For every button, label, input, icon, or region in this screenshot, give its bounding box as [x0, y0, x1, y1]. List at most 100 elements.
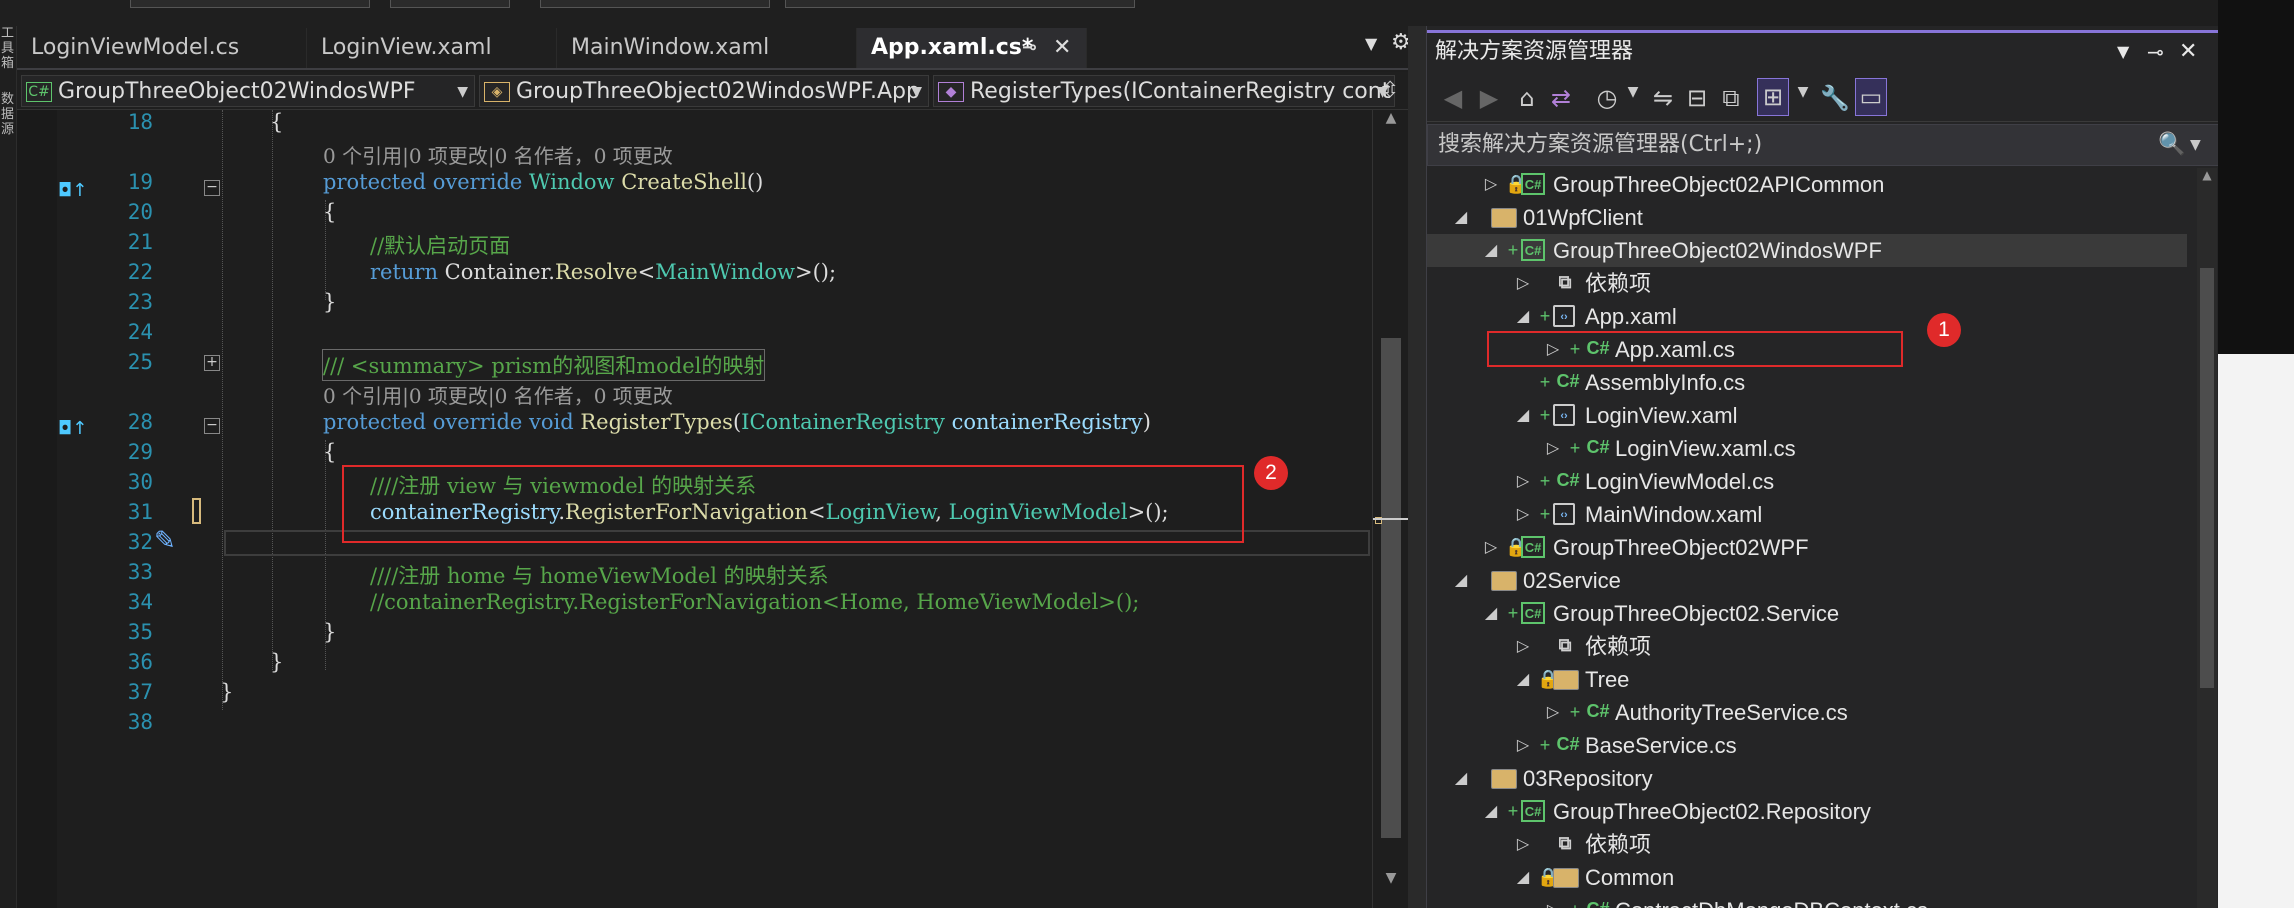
override-marker-icon[interactable]: ◘↑ [58, 180, 87, 201]
split-editor-icon[interactable]: ⇳ [1381, 78, 1399, 103]
collapse-all-icon[interactable]: ⊟ [1681, 84, 1713, 112]
scroll-up-icon[interactable]: ▲ [2200, 168, 2214, 182]
tree-node[interactable]: ▷ + C# LoginView.xaml.cs [1427, 432, 2187, 465]
toolbox-tab[interactable]: 工具箱 [1, 26, 15, 71]
code-lens-hint[interactable]: 0 个引用|0 项更改|0 名作者，0 项更改 [323, 140, 673, 169]
tree-node[interactable]: ◢ + ‹› App.xaml [1427, 300, 2187, 333]
close-icon[interactable]: ✕ [1053, 28, 1071, 68]
fold-toggle[interactable]: + [204, 355, 220, 371]
code-line[interactable]: protected override Window CreateShell() [323, 170, 763, 194]
collapsed-arrow-icon[interactable]: ▷ [1543, 432, 1563, 465]
collapsed-arrow-icon[interactable]: ▷ [1543, 696, 1563, 729]
code-line[interactable]: ////注册 home 与 homeViewModel 的映射关系 [370, 560, 829, 590]
expanded-arrow-icon[interactable]: ◢ [1481, 597, 1501, 630]
expanded-arrow-icon[interactable]: ◢ [1451, 762, 1471, 795]
tab-loginviewmodel[interactable]: LoginViewModel.cs [17, 28, 307, 68]
home-icon[interactable]: ⌂ [1511, 84, 1543, 112]
code-line[interactable]: //默认启动页面 [370, 230, 510, 260]
code-line[interactable]: //containerRegistry.RegisterForNavigatio… [370, 590, 1139, 614]
collapsed-arrow-icon[interactable]: ▷ [1481, 168, 1501, 201]
collapsed-arrow-icon[interactable]: ▷ [1513, 267, 1533, 300]
tree-node[interactable]: ▷ + C# BaseService.cs [1427, 729, 2187, 762]
collapsed-arrow-icon[interactable]: ▷ [1513, 729, 1533, 762]
pane-splitter[interactable] [1408, 26, 1426, 908]
expanded-arrow-icon[interactable]: ◢ [1451, 564, 1471, 597]
tree-scrollbar[interactable]: ▲ [2197, 168, 2217, 908]
tab-loginview[interactable]: LoginView.xaml [307, 28, 557, 68]
scroll-down-icon[interactable]: ▼ [1381, 870, 1401, 890]
toolbar-stub[interactable] [390, 0, 510, 8]
pin-icon[interactable]: ⊸ [1022, 28, 1037, 68]
fold-toggle[interactable]: − [204, 418, 220, 434]
tree-node[interactable]: ◢ 02Service [1427, 564, 2187, 597]
chevron-down-icon[interactable]: ▼ [1365, 34, 1377, 53]
code-lens-hint[interactable]: 0 个引用|0 项更改|0 名作者，0 项更改 [323, 380, 673, 409]
toolbar-stub[interactable] [130, 0, 370, 8]
override-marker-icon[interactable]: ◘↑ [58, 418, 87, 439]
toolbar-stub[interactable] [540, 0, 770, 8]
preview-icon[interactable]: ▭ [1855, 78, 1887, 116]
tree-node[interactable]: ◢ 03Repository [1427, 762, 2187, 795]
chevron-down-icon[interactable]: ▼ [1787, 84, 1819, 100]
tree-node[interactable]: ▷ 🔒 C# GroupThreeObject02APICommon [1427, 168, 2187, 201]
quick-action-icon[interactable]: ✎ [154, 526, 176, 556]
chevron-down-icon[interactable]: ▼ [2117, 33, 2129, 71]
expanded-arrow-icon[interactable]: ◢ [1513, 663, 1533, 696]
tab-app-xaml-cs[interactable]: App.xaml.cs* ⊸ ✕ [857, 28, 1087, 68]
tree-node[interactable]: ◢ + C# GroupThreeObject02.Repository [1427, 795, 2187, 828]
tree-node[interactable]: + C# AssemblyInfo.cs [1427, 366, 2187, 399]
tree-node[interactable]: ◢ 01WpfClient [1427, 201, 2187, 234]
tree-node[interactable]: ▷ ⧉ 依赖项 [1427, 828, 2187, 861]
tree-view-icon[interactable]: ⊞ [1757, 78, 1789, 116]
expanded-arrow-icon[interactable]: ◢ [1451, 201, 1471, 234]
code-line[interactable]: protected override void RegisterTypes(IC… [323, 410, 1151, 434]
tree-node[interactable]: ▷ + ‹› MainWindow.xaml [1427, 498, 2187, 531]
tree-node[interactable]: ▷ ⧉ 依赖项 [1427, 267, 2187, 300]
datasource-tab[interactable]: 数据源 [1, 92, 15, 137]
switch-views-icon[interactable]: ⇄ [1545, 84, 1577, 112]
code-line[interactable]: return Container.Resolve<MainWindow>(); [370, 260, 836, 284]
chevron-down-icon[interactable]: ▼ [2190, 125, 2201, 165]
collapsed-arrow-icon[interactable]: ▷ [1513, 828, 1533, 861]
tree-node[interactable]: ▷ + C# AuthorityTreeService.cs [1427, 696, 2187, 729]
member-dropdown[interactable]: ◆ RegisterTypes(IContainerRegistry cont ▼ [933, 75, 1395, 107]
tree-node[interactable]: ◢ 🔒 Common [1427, 861, 2187, 894]
class-dropdown[interactable]: ◈ GroupThreeObject02WindosWPF.App ▼ [479, 75, 929, 107]
tree-node[interactable]: ◢ + C# GroupThreeObject02WindosWPF [1427, 234, 2187, 267]
sync-icon[interactable]: ⇋ [1647, 84, 1679, 112]
expanded-arrow-icon[interactable]: ◢ [1513, 399, 1533, 432]
solution-search-input[interactable]: 搜索解决方案资源管理器(Ctrl+;) 🔍 ▼ [1427, 124, 2219, 166]
toolbar-stub[interactable] [785, 0, 1135, 8]
fold-toggle[interactable]: − [204, 180, 220, 196]
expanded-arrow-icon[interactable]: ◢ [1481, 795, 1501, 828]
tree-node[interactable]: ▷ + C# LoginViewModel.cs [1427, 465, 2187, 498]
tree-node[interactable]: ◢ + ‹› LoginView.xaml [1427, 399, 2187, 432]
forward-icon[interactable]: ▶ [1473, 84, 1505, 112]
editor-scrollbar[interactable]: ▲ ▼ [1372, 110, 1409, 908]
tree-node[interactable]: ◢ + C# GroupThreeObject02.Service [1427, 597, 2187, 630]
expanded-arrow-icon[interactable]: ◢ [1481, 234, 1501, 267]
expanded-arrow-icon[interactable]: ◢ [1513, 861, 1533, 894]
tree-node[interactable]: ◢ 🔒 Tree [1427, 663, 2187, 696]
collapsed-arrow-icon[interactable]: ▷ [1513, 465, 1533, 498]
chevron-down-icon[interactable]: ▼ [1617, 84, 1649, 100]
scroll-thumb[interactable] [1381, 338, 1401, 838]
collapsed-arrow-icon[interactable]: ▷ [1513, 630, 1533, 663]
code-line[interactable]: /// <summary> prism的视图和model的映射 [321, 349, 766, 381]
back-icon[interactable]: ◀ [1437, 84, 1469, 112]
tree-node[interactable]: ▷ 🔒 C# GroupThreeObject02WPF [1427, 531, 2187, 564]
show-all-files-icon[interactable]: ⧉ [1715, 84, 1747, 112]
collapsed-arrow-icon[interactable]: ▷ [1513, 498, 1533, 531]
scroll-up-icon[interactable]: ▲ [1381, 110, 1401, 130]
expanded-arrow-icon[interactable]: ◢ [1513, 300, 1533, 333]
tree-node[interactable]: ▷ ⧉ 依赖项 [1427, 630, 2187, 663]
tree-node[interactable]: ▷ +C#ContractDbMongoDBContext.cs [1427, 894, 2187, 908]
scroll-thumb[interactable] [2200, 268, 2214, 688]
collapsed-arrow-icon[interactable]: ▷ [1481, 531, 1501, 564]
project-dropdown[interactable]: C# GroupThreeObject02WindosWPF ▼ [21, 75, 475, 107]
pin-icon[interactable]: ⊸ [2147, 33, 2164, 71]
properties-icon[interactable]: 🔧 [1819, 84, 1851, 112]
close-icon[interactable]: ✕ [2179, 33, 2197, 71]
collapsed-arrow-icon[interactable]: ▷ [1543, 894, 1563, 908]
search-icon[interactable]: 🔍 [2158, 125, 2185, 165]
